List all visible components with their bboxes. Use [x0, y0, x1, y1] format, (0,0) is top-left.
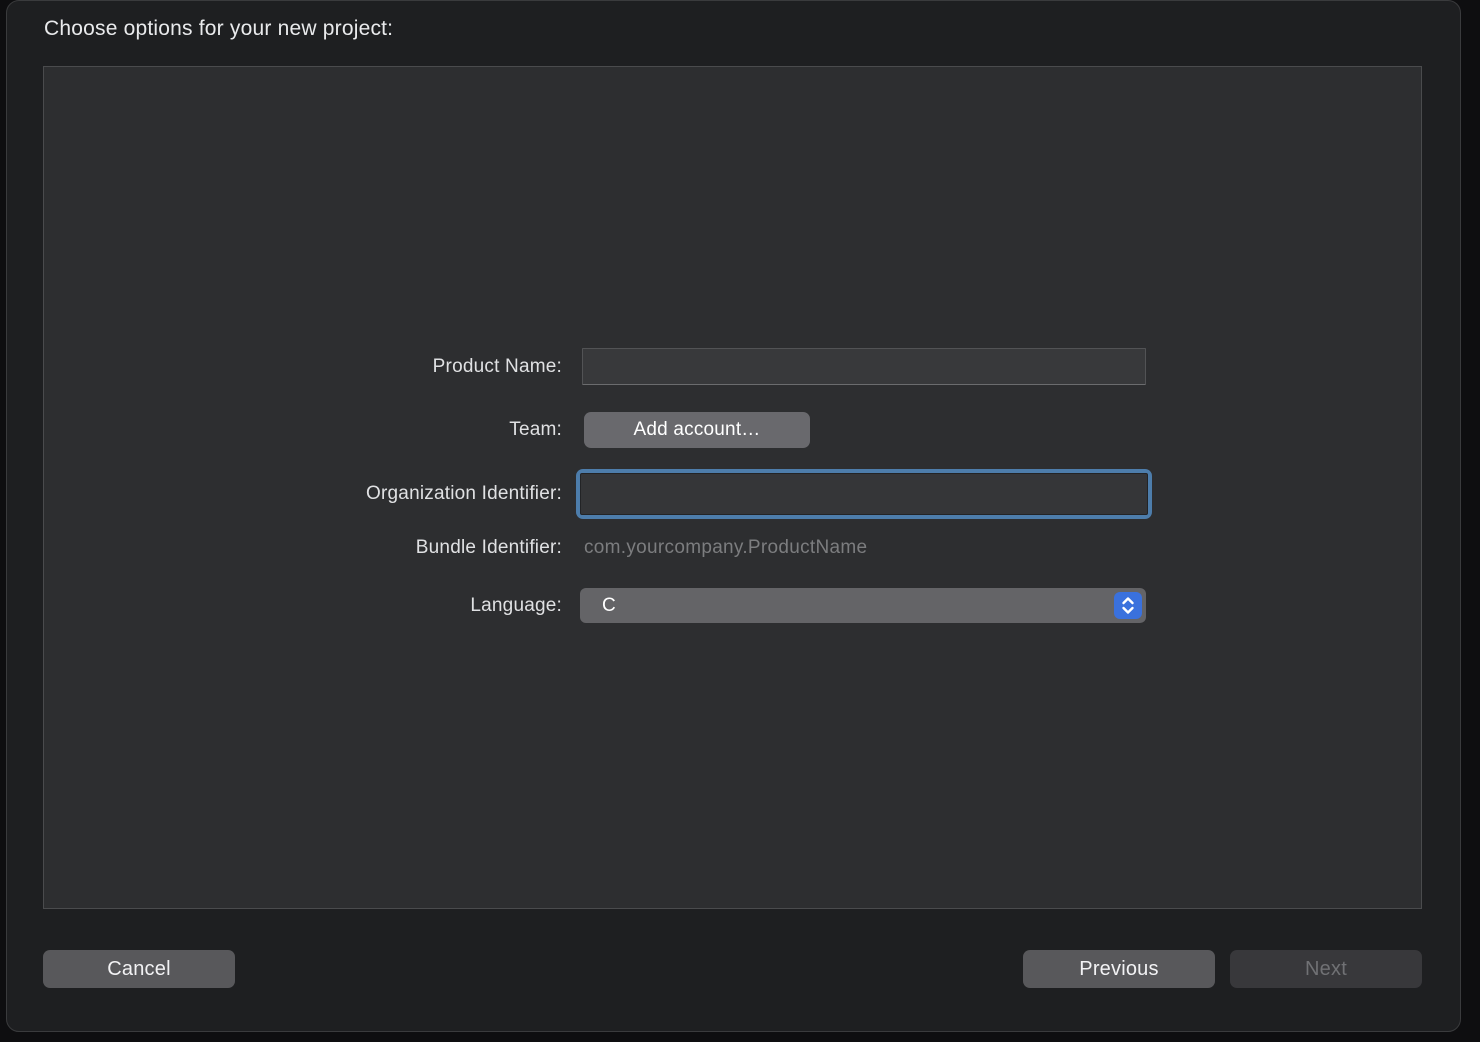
- product-name-input[interactable]: [582, 348, 1146, 385]
- screen-background: Choose options for your new project: Pro…: [0, 0, 1480, 1042]
- team-label: Team:: [44, 415, 562, 445]
- previous-button[interactable]: Previous: [1023, 950, 1215, 988]
- next-button[interactable]: Next: [1230, 950, 1422, 988]
- organization-identifier-label: Organization Identifier:: [44, 479, 562, 509]
- options-panel: Product Name: Team: Add account… Organiz…: [43, 66, 1422, 909]
- sheet-title: Choose options for your new project:: [44, 17, 393, 41]
- cancel-button[interactable]: Cancel: [43, 950, 235, 988]
- language-label: Language:: [44, 591, 562, 621]
- bundle-identifier-label: Bundle Identifier:: [44, 533, 562, 563]
- new-project-options-sheet: Choose options for your new project: Pro…: [6, 0, 1461, 1032]
- bundle-identifier-value: com.yourcompany.ProductName: [584, 533, 867, 563]
- up-down-chevron-icon: [1114, 592, 1142, 619]
- product-name-label: Product Name:: [44, 352, 562, 382]
- organization-identifier-focus-ring: [576, 469, 1152, 519]
- language-popup-selected-value: C: [580, 595, 616, 617]
- language-popup[interactable]: C: [580, 588, 1146, 623]
- organization-identifier-input[interactable]: [580, 473, 1148, 515]
- add-account-button[interactable]: Add account…: [584, 412, 810, 448]
